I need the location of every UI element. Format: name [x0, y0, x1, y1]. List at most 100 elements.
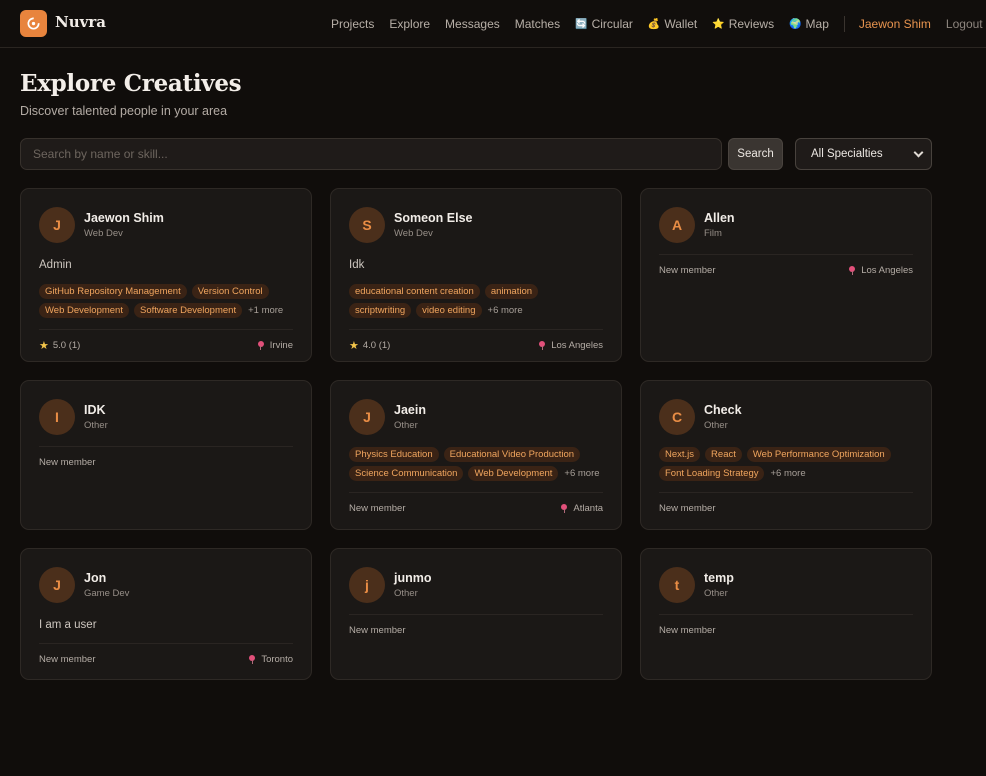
creative-specialty: Web Dev — [394, 227, 433, 239]
card-header: S Someon Else Web Dev — [349, 207, 603, 243]
creative-specialty: Other — [84, 419, 108, 431]
card-footer: New member Atlanta — [349, 492, 603, 514]
rating: 5.0 (1) — [52, 339, 81, 351]
creative-bio: Idk — [349, 259, 365, 271]
creative-bio: Admin — [39, 259, 72, 271]
creative-card[interactable]: j junmo Other New member — [330, 548, 622, 680]
globe-icon: 🌍 — [789, 18, 802, 30]
card-footer-left: New member — [349, 503, 406, 514]
creative-card[interactable]: S Someon Else Web Dev Idk educational conten… — [330, 188, 622, 362]
location-label: Los Angeles — [551, 339, 603, 351]
circular-arrows-icon: 🔄 — [575, 18, 588, 30]
specialty-select-value: All Specialties — [811, 148, 883, 160]
brand-logo-icon[interactable] — [20, 10, 47, 37]
creative-name[interactable]: IDK — [84, 403, 108, 418]
skill-tag: React — [705, 447, 742, 462]
creative-card[interactable]: C Check Other Next.js React Web Performance O… — [640, 380, 932, 530]
creative-card[interactable]: J Jaewon Shim Web Dev Admin GitHub Repositor… — [20, 188, 312, 362]
creative-card[interactable]: I IDK Other New member — [20, 380, 312, 530]
nav-map[interactable]: 🌍 Map — [789, 17, 829, 31]
logout-link[interactable]: Logout — [946, 17, 983, 31]
more-skills-count: +6 more — [564, 468, 600, 479]
current-user-link[interactable]: Jaewon Shim — [859, 17, 931, 31]
skill-tag: GitHub Repository Management — [39, 284, 187, 299]
card-header: J Jon Game Dev — [39, 567, 293, 603]
nav-explore[interactable]: Explore — [389, 17, 430, 31]
star-icon: ⭐ — [712, 18, 725, 30]
location-pin-icon — [257, 341, 264, 350]
card-footer: New member Los Angeles — [659, 254, 913, 276]
nav-label: Wallet — [664, 17, 698, 31]
card-footer-left: New member — [39, 457, 96, 468]
skill-tag: Web Performance Optimization — [746, 447, 891, 462]
location-pin-icon — [561, 504, 568, 513]
brand-name[interactable]: Nuvra — [55, 13, 106, 31]
avatar: j — [349, 567, 385, 603]
creative-card[interactable]: J Jon Game Dev I am a user New member Toronto — [20, 548, 312, 680]
creative-name[interactable]: Jon — [84, 571, 129, 586]
skill-tag: Font Loading Strategy — [659, 466, 765, 481]
nav-projects[interactable]: Projects — [331, 17, 374, 31]
avatar: A — [659, 207, 695, 243]
nav-label: Matches — [514, 17, 561, 31]
creative-card[interactable]: J Jaein Other Physics Education Educational … — [330, 380, 622, 530]
creative-name[interactable]: temp — [704, 571, 734, 586]
member-status: New member — [39, 456, 96, 468]
nav-messages[interactable]: Messages — [445, 17, 500, 31]
more-skills-count: +6 more — [487, 305, 523, 316]
card-footer-left: ★ 4.0 (1) — [349, 339, 390, 352]
card-footer: ★ 5.0 (1) Irvine — [39, 329, 293, 352]
avatar: C — [659, 399, 695, 435]
card-footer: New member — [659, 614, 913, 636]
skill-tags: educational content creation animation scr… — [349, 284, 603, 318]
card-header: J Jaein Other — [349, 399, 603, 435]
creative-name[interactable]: Allen — [704, 211, 735, 226]
nav-wallet[interactable]: 💰 Wallet — [648, 17, 697, 31]
nav-matches[interactable]: Matches — [515, 17, 560, 31]
member-status: New member — [659, 624, 716, 636]
card-footer: New member Toronto — [39, 643, 293, 665]
creative-name[interactable]: junmo — [394, 571, 432, 586]
skill-tag: animation — [484, 284, 539, 299]
avatar: I — [39, 399, 75, 435]
skill-tag: Science Communication — [349, 466, 464, 481]
nav-reviews[interactable]: ⭐ Reviews — [712, 17, 774, 31]
location: Los Angeles — [539, 340, 603, 351]
search-button[interactable]: Search — [728, 138, 783, 170]
page-title: Explore Creatives — [20, 70, 242, 97]
nav-label: Explore — [389, 17, 431, 31]
location-pin-icon — [849, 266, 856, 275]
card-header: J Jaewon Shim Web Dev — [39, 207, 293, 243]
creative-name[interactable]: Check — [704, 403, 742, 418]
more-skills-count: +1 more — [248, 305, 284, 316]
creative-name[interactable]: Jaewon Shim — [84, 211, 164, 226]
location-label: Los Angeles — [861, 264, 913, 276]
star-icon: ★ — [349, 339, 359, 352]
location: Toronto — [249, 654, 293, 665]
skill-tags: GitHub Repository Management Version Cont… — [39, 284, 293, 318]
main-nav: Projects Explore Messages Matches 🔄 Circu… — [331, 16, 983, 32]
card-identity: Allen Film — [704, 211, 735, 240]
top-navbar: Nuvra Projects Explore Messages Matches … — [0, 0, 986, 48]
skill-tag: Physics Education — [349, 447, 439, 462]
nav-label: Messages — [445, 17, 500, 31]
skill-tag: educational content creation — [349, 284, 480, 299]
creative-card[interactable]: t temp Other New member — [640, 548, 932, 680]
search-input[interactable] — [20, 138, 722, 170]
card-header: A Allen Film — [659, 207, 913, 243]
nav-circular[interactable]: 🔄 Circular — [575, 17, 633, 31]
skill-tag: Next.js — [659, 447, 701, 462]
card-identity: Jaewon Shim Web Dev — [84, 211, 164, 240]
nav-label: Map — [805, 17, 829, 31]
card-footer-left: ★ 5.0 (1) — [39, 339, 80, 352]
creative-card[interactable]: A Allen Film New member Los Angeles — [640, 188, 932, 362]
creative-name[interactable]: Someon Else — [394, 211, 473, 226]
creative-name[interactable]: Jaein — [394, 403, 426, 418]
avatar: J — [39, 207, 75, 243]
specialty-select[interactable]: All Specialties — [795, 138, 932, 170]
avatar: t — [659, 567, 695, 603]
card-identity: junmo Other — [394, 571, 432, 600]
member-status: New member — [349, 502, 406, 514]
member-status: New member — [659, 502, 716, 514]
card-identity: Check Other — [704, 403, 742, 432]
